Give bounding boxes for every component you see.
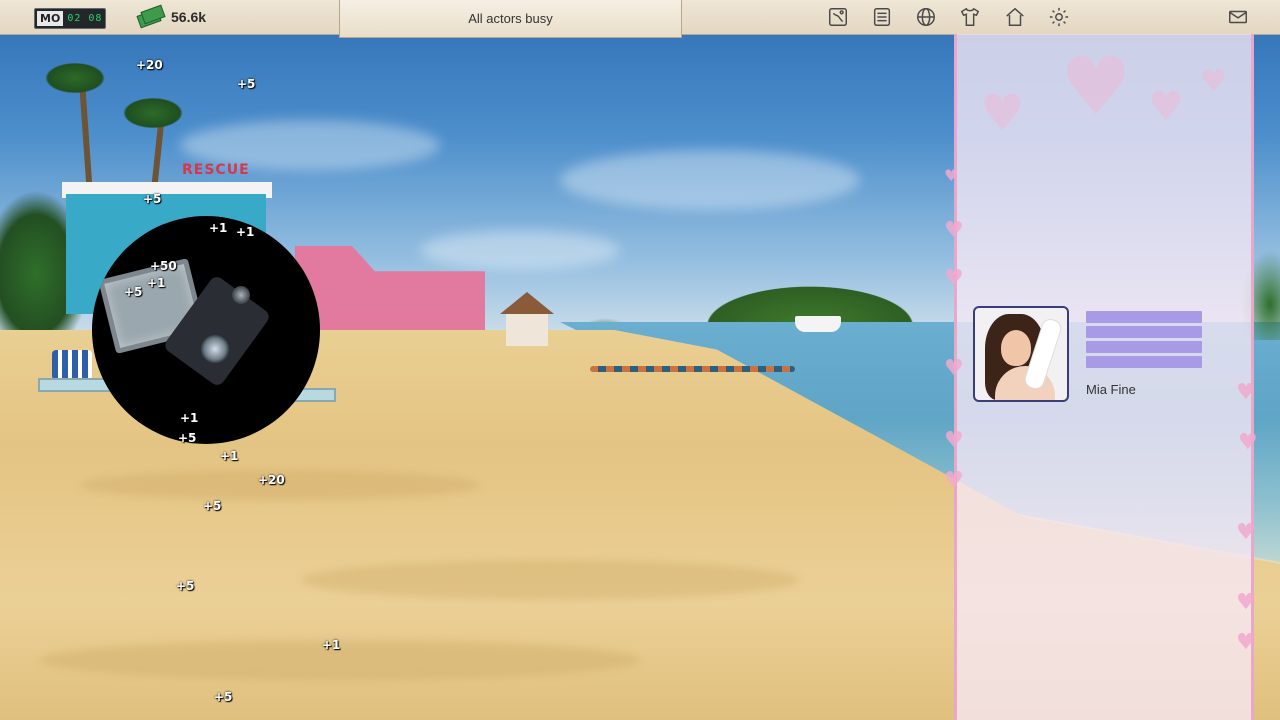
cloud xyxy=(420,230,620,270)
map-icon[interactable] xyxy=(826,5,850,29)
money-icon xyxy=(136,4,166,29)
boat xyxy=(795,316,841,332)
heart-decoration: ♥ xyxy=(1236,520,1256,545)
floating-points: +5 xyxy=(176,579,195,593)
status-plate: All actors busy xyxy=(339,0,682,38)
floating-points: +5 xyxy=(203,499,222,513)
heart-decoration: ♥ xyxy=(1238,430,1258,455)
heart-decoration: ♥ xyxy=(1236,380,1256,405)
camera-action-button[interactable] xyxy=(92,216,320,444)
heart-decoration: ♥ xyxy=(944,166,959,185)
top-bar: MO 02 08 56.6k All actors busy xyxy=(0,0,1280,38)
camera-lens xyxy=(232,286,250,304)
actor-name[interactable]: Mia Fine xyxy=(1086,382,1136,397)
sand-streak xyxy=(300,560,800,600)
palm-leaves xyxy=(40,60,110,96)
mail-icon[interactable] xyxy=(1226,5,1250,29)
floating-points: +5 xyxy=(124,285,143,299)
gazebo xyxy=(500,292,554,348)
camera-lens xyxy=(200,334,230,364)
floating-points: +50 xyxy=(150,259,177,273)
money-amount: 56.6k xyxy=(171,9,207,25)
floating-points: +1 xyxy=(236,225,255,239)
globe-icon[interactable] xyxy=(914,5,938,29)
calculator-icon[interactable] xyxy=(870,5,894,29)
actor-stat-bar xyxy=(1086,326,1202,338)
buoy-line xyxy=(590,366,795,372)
floating-points: +1 xyxy=(220,449,239,463)
actor-stat-bar xyxy=(1086,341,1202,353)
heart-decoration: ♥ xyxy=(944,468,964,493)
actor-stat-bar xyxy=(1086,311,1202,323)
floating-points: +1 xyxy=(209,221,228,235)
heart-decoration: ♥ xyxy=(944,218,964,243)
status-text: All actors busy xyxy=(468,11,553,26)
game-clock: MO 02 08 xyxy=(34,8,106,29)
heart-decoration: ♥ xyxy=(1236,630,1256,655)
floating-points: +5 xyxy=(214,690,233,704)
settings-gear-icon[interactable] xyxy=(1047,5,1071,29)
floating-points: +20 xyxy=(258,473,285,487)
floating-points: +5 xyxy=(178,431,197,445)
floating-points: +1 xyxy=(322,638,341,652)
home-icon[interactable] xyxy=(1003,5,1027,29)
floating-points: +1 xyxy=(147,276,166,290)
rescue-sign: RESCUE xyxy=(182,162,250,178)
heart-decoration: ♥ xyxy=(1060,40,1132,133)
floating-points: +5 xyxy=(143,192,162,206)
floating-points: +5 xyxy=(237,77,256,91)
wardrobe-shirt-icon[interactable] xyxy=(958,5,982,29)
actor-stat-bar xyxy=(1086,356,1202,368)
cloud xyxy=(560,150,860,210)
time-display: 02 08 xyxy=(67,13,103,24)
day-label: MO xyxy=(37,11,64,26)
palm-leaves xyxy=(118,95,188,131)
heart-decoration: ♥ xyxy=(980,84,1025,142)
heart-decoration: ♥ xyxy=(1148,84,1184,130)
heart-decoration: ♥ xyxy=(1236,590,1256,615)
heart-decoration: ♥ xyxy=(944,356,964,381)
floating-points: +1 xyxy=(180,411,199,425)
heart-decoration: ♥ xyxy=(944,266,964,291)
heart-decoration: ♥ xyxy=(944,428,964,453)
floating-points: +20 xyxy=(136,58,163,72)
heart-decoration: ♥ xyxy=(1200,64,1227,99)
actor-portrait[interactable] xyxy=(973,306,1069,402)
